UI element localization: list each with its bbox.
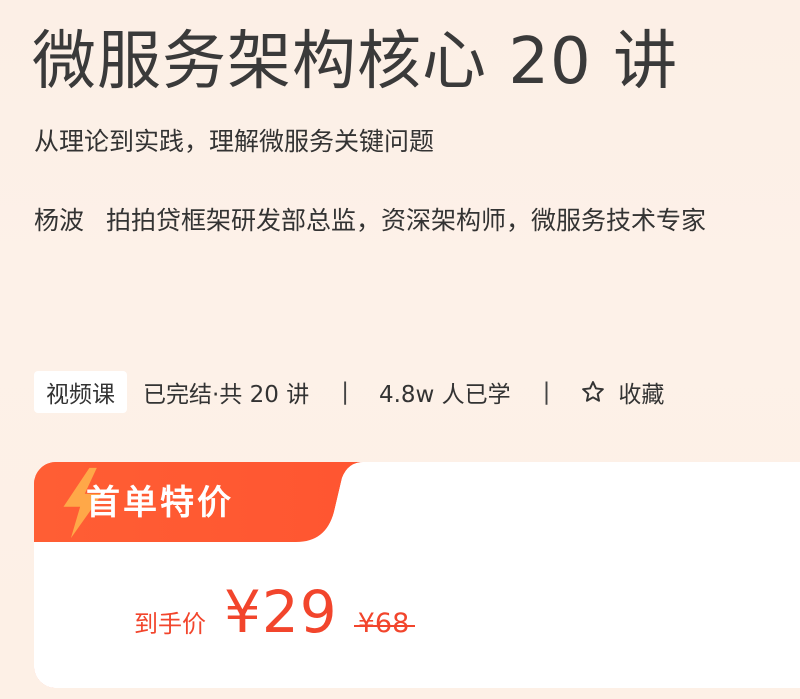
course-meta: 视频课 已完结·共 20 讲 | 4.8w 人已学 | 收藏 xyxy=(34,370,664,414)
price-label: 到手价 xyxy=(134,610,206,638)
favorite-label: 收藏 xyxy=(618,382,665,408)
lesson-status: 已完结·共 20 讲 xyxy=(143,382,310,408)
original-price: ¥68 xyxy=(353,608,415,639)
favorite-button[interactable]: 收藏 xyxy=(580,375,664,409)
star-outline-icon xyxy=(582,381,605,402)
current-price: ¥29 xyxy=(224,578,338,646)
author-name: 杨波 xyxy=(34,206,85,235)
author-line: 杨波 拍拍贷框架研发部总监，资深架构师，微服务技术专家 xyxy=(34,199,706,243)
learner-count: 4.8w 人已学 xyxy=(378,382,511,408)
meta-separator: | xyxy=(341,379,349,405)
price-row: 到手价 ¥29 ¥68 xyxy=(134,578,415,658)
course-title: 微服务架构核心 20 讲 xyxy=(32,25,679,99)
promo-badge: 首单特价 xyxy=(86,483,234,523)
course-type-tag: 视频课 xyxy=(34,371,127,413)
course-subtitle: 从理论到实践，理解微服务关键问题 xyxy=(34,127,435,156)
author-bio: 拍拍贷框架研发部总监，资深架构师，微服务技术专家 xyxy=(105,206,706,235)
meta-separator: | xyxy=(542,379,551,405)
